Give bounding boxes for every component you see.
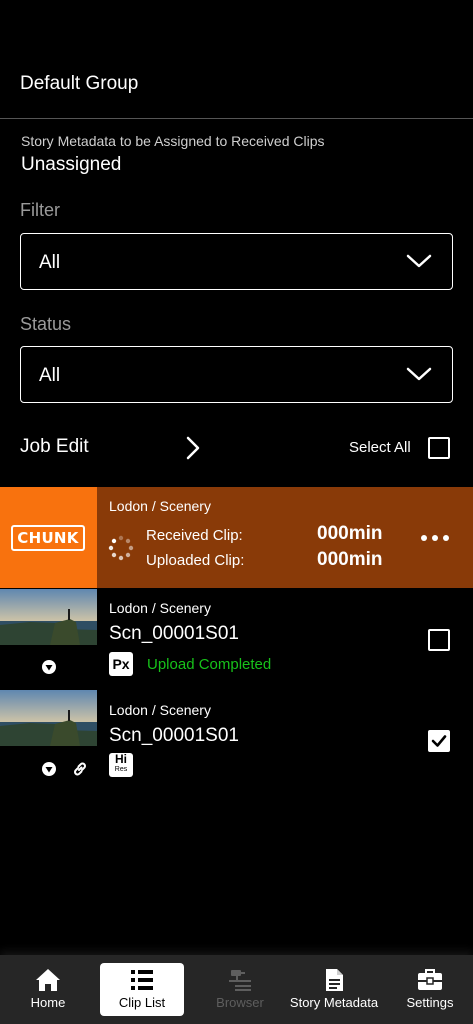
loading-spinner-icon [108,535,134,561]
proxy-badge-icon: Px [109,652,133,676]
chevron-right-icon[interactable] [184,435,202,461]
received-clip-label: Received Clip: [146,527,243,544]
marker-down-icon [42,660,56,674]
clip-checkbox[interactable] [428,629,450,651]
clip-thumbnail[interactable] [0,589,97,645]
tab-browser[interactable]: Browser [204,963,276,1016]
home-icon [36,969,60,991]
chevron-down-icon [406,367,432,381]
hi-res-badge-bottom: Res [114,766,128,773]
tab-settings[interactable]: Settings [398,963,462,1016]
uploaded-clip-label: Uploaded Clip: [146,552,245,569]
filter-select[interactable]: All [20,233,453,290]
status-label: Status [20,314,72,334]
select-all-checkbox[interactable] [428,437,450,459]
document-icon [326,969,343,991]
clip-thumbnail[interactable] [0,690,97,746]
toolbox-icon [418,969,442,990]
filter-label: Filter [20,200,60,220]
received-clip-value: 000min [317,523,383,544]
story-metadata-label: Story Metadata to be Assigned to Receive… [21,133,325,149]
status-select[interactable]: All [20,346,453,403]
clip-path: Lodon / Scenery [109,702,211,718]
tab-story-metadata[interactable]: Story Metadata [286,963,382,1016]
more-horizontal-icon[interactable] [420,534,450,542]
select-all-label[interactable]: Select All [349,439,411,456]
tab-story-metadata-label: Story Metadata [289,995,379,1010]
clip-name: Scn_00001S01 [109,623,239,644]
uploaded-clip-value: 000min [317,549,383,570]
filter-select-value: All [39,252,61,273]
tab-clip-list[interactable]: Clip List [100,963,184,1016]
tab-browser-label: Browser [216,995,264,1010]
checkmark-icon [431,735,447,747]
tab-settings-label: Settings [406,995,454,1010]
browser-icon [229,970,251,991]
clip-name: Scn_00001S01 [109,725,239,746]
upload-status: Upload Completed [147,656,272,673]
story-metadata-value[interactable]: Unassigned [21,154,121,176]
status-select-value: All [39,365,61,386]
chunk-badge: CHUNK [11,525,85,551]
hi-res-badge-top: Hi [115,752,127,766]
chunk-path: Lodon / Scenery [109,498,211,514]
hi-res-badge-icon: Hi Res [109,753,133,777]
clip-path: Lodon / Scenery [109,600,211,616]
link-icon [74,762,86,776]
clip-checkbox[interactable] [428,730,450,752]
tab-clip-list-label: Clip List [118,995,166,1010]
bottom-tab-bar: Home Clip List Browser Story Metadata Se… [0,955,473,1024]
chevron-down-icon [406,254,432,268]
chunk-thumbnail: CHUNK [0,487,97,588]
list-icon [131,970,153,990]
tab-home-label: Home [30,995,66,1010]
job-edit-label[interactable]: Job Edit [20,436,89,458]
marker-down-icon [42,762,56,776]
tab-home[interactable]: Home [14,963,82,1016]
group-title: Default Group [20,73,139,94]
header-divider [0,118,473,119]
